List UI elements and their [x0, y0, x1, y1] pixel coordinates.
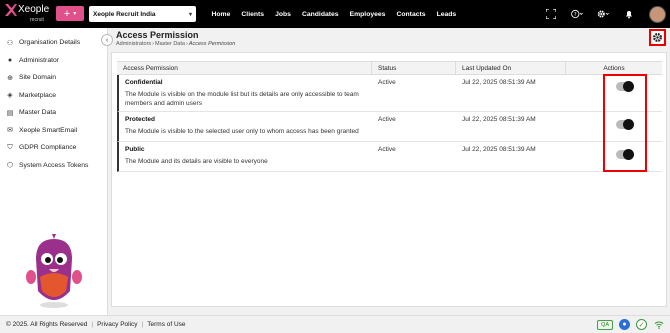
- permission-status: Active: [378, 116, 396, 123]
- quick-add-button[interactable]: + ▾: [56, 6, 84, 21]
- page-title: Access Permission: [116, 30, 199, 40]
- nav-employees[interactable]: Employees: [344, 11, 391, 18]
- sidebar-item-gdpr[interactable]: ⛉ GDPR Compliance: [0, 139, 107, 157]
- nav-jobs[interactable]: Jobs: [270, 11, 297, 18]
- sidebar-item-site-domain[interactable]: ⊕ Site Domain: [0, 69, 107, 87]
- nav-candidates[interactable]: Candidates: [296, 11, 344, 18]
- access-permission-card: Access Permission Status Last Updated On…: [111, 52, 667, 307]
- top-icons: ?: [545, 0, 666, 28]
- fullscreen-icon[interactable]: [545, 8, 557, 20]
- help-icon[interactable]: ?: [571, 8, 583, 20]
- sidebar-item-label: Organisation Details: [19, 39, 81, 47]
- settings-sidebar: ⚇ Organisation Details ● Administrator ⊕…: [0, 28, 108, 315]
- column-header-access-permission[interactable]: Access Permission: [117, 62, 372, 74]
- plus-icon: +: [63, 7, 71, 20]
- nav-contacts[interactable]: Contacts: [391, 11, 431, 18]
- main-nav: Home Clients Jobs Candidates Employees C…: [206, 0, 462, 28]
- company-select-value: Xeople Recruit India: [93, 10, 156, 18]
- column-header-status[interactable]: Status: [372, 62, 456, 74]
- chevron-down-icon: ▾: [188, 11, 192, 18]
- bell-icon[interactable]: [623, 8, 635, 20]
- nav-leads[interactable]: Leads: [431, 11, 462, 18]
- qa-badge[interactable]: QA: [597, 319, 613, 330]
- chevron-left-icon: ‹: [105, 36, 109, 44]
- access-permission-table: Access Permission Status Last Updated On…: [117, 61, 662, 172]
- logo-text: Xeople: [18, 4, 50, 15]
- sidebar-item-label: System Access Tokens: [19, 161, 89, 169]
- sidebar-item-label: Marketplace: [19, 91, 57, 99]
- terms-of-use-link[interactable]: Terms of Use: [147, 321, 185, 328]
- actions-highlight-box: [603, 74, 647, 172]
- user-icon: ●: [7, 56, 13, 64]
- footer-icons: QA ● ✓: [597, 319, 664, 330]
- breadcrumb: Administrators›Master Data›Access Permis…: [116, 41, 235, 47]
- sidebar-item-label: GDPR Compliance: [19, 144, 77, 152]
- gear-icon[interactable]: [597, 8, 609, 20]
- shield-icon: ⛉: [7, 143, 13, 151]
- footer-separator: |: [141, 321, 144, 328]
- globe-icon: ⊕: [7, 74, 13, 82]
- copyright-text: © 2025. All Rights Reserved: [6, 321, 88, 328]
- sidebar-item-master-data[interactable]: ▤ Master Data: [0, 104, 107, 122]
- permission-updated: Jul 22, 2025 08:51:39 AM: [462, 116, 536, 123]
- privacy-policy-link[interactable]: Privacy Policy: [97, 321, 137, 328]
- permission-description: The Module is visible on the module list…: [125, 91, 359, 107]
- breadcrumb-separator: ›: [152, 41, 154, 47]
- sidebar-item-label: Master Data: [19, 109, 57, 117]
- permission-description: The Module is visible to the selected us…: [125, 128, 359, 135]
- permission-updated: Jul 22, 2025 08:51:39 AM: [462, 146, 536, 153]
- sidebar-item-label: Administrator: [19, 56, 60, 64]
- page-settings-button[interactable]: [649, 29, 666, 46]
- sidebar-item-label: Xeople SmartEmail: [19, 126, 78, 134]
- table-row: Protected The Module is visible to the s…: [117, 112, 662, 142]
- xeople-logo[interactable]: Xeople recruit: [4, 3, 52, 25]
- column-header-actions: Actions: [603, 64, 625, 72]
- company-select[interactable]: Xeople Recruit India ▾: [89, 6, 196, 22]
- collapse-sidebar-button[interactable]: ‹: [101, 34, 113, 46]
- footer: © 2025. All Rights Reserved | Privacy Po…: [0, 315, 670, 333]
- logo-subtext: recruit: [30, 17, 44, 23]
- permission-status: Active: [378, 79, 396, 86]
- footer-separator: |: [91, 321, 94, 328]
- permission-status: Active: [378, 146, 396, 153]
- permission-description: The Module and its details are visible t…: [125, 158, 268, 165]
- chevron-down-icon: ▾: [73, 11, 77, 17]
- permission-name: Public: [125, 146, 145, 153]
- table-row: Public The Module and its details are vi…: [117, 142, 662, 172]
- org-icon: ⚇: [6, 39, 14, 47]
- gear-icon: [652, 32, 663, 43]
- nav-home[interactable]: Home: [206, 11, 236, 18]
- email-icon: ✉: [7, 127, 13, 135]
- database-icon: ▤: [6, 109, 14, 117]
- marketplace-icon: ◈: [7, 92, 13, 100]
- sidebar-item-label: Site Domain: [19, 74, 57, 82]
- sidebar-item-organisation-details[interactable]: ⚇ Organisation Details: [0, 34, 107, 52]
- table-row: Confidential The Module is visible on th…: [117, 75, 662, 112]
- permission-updated: Jul 22, 2025 08:51:39 AM: [462, 79, 536, 86]
- breadcrumb-item-administrators[interactable]: Administrators: [116, 41, 151, 47]
- svg-text:?: ?: [574, 12, 577, 18]
- top-navbar: Xeople recruit + ▾ Xeople Recruit India …: [0, 0, 670, 28]
- sidebar-item-system-access-tokens[interactable]: ⬡ System Access Tokens: [0, 157, 107, 175]
- permission-name: Confidential: [125, 79, 163, 86]
- user-avatar[interactable]: [649, 5, 666, 23]
- wifi-icon: [653, 319, 664, 330]
- column-header-last-updated[interactable]: Last Updated On: [456, 62, 566, 74]
- user-info-icon[interactable]: ●: [619, 319, 630, 330]
- token-icon: ⬡: [6, 162, 14, 170]
- xeople-logo-mark: [5, 4, 17, 16]
- sidebar-item-administrator[interactable]: ● Administrator: [0, 52, 107, 70]
- sidebar-item-smartemail[interactable]: ✉ Xeople SmartEmail: [0, 122, 107, 140]
- nav-clients[interactable]: Clients: [236, 11, 270, 18]
- check-icon[interactable]: ✓: [636, 319, 647, 330]
- mascot-illustration: [26, 234, 82, 308]
- breadcrumb-item-current: Access Permission: [188, 41, 236, 47]
- table-header: Access Permission Status Last Updated On…: [117, 61, 662, 75]
- breadcrumb-item-master-data[interactable]: Master Data: [155, 41, 185, 47]
- sidebar-item-marketplace[interactable]: ◈ Marketplace: [0, 87, 107, 105]
- permission-name: Protected: [125, 116, 155, 123]
- breadcrumb-separator: ›: [185, 41, 188, 47]
